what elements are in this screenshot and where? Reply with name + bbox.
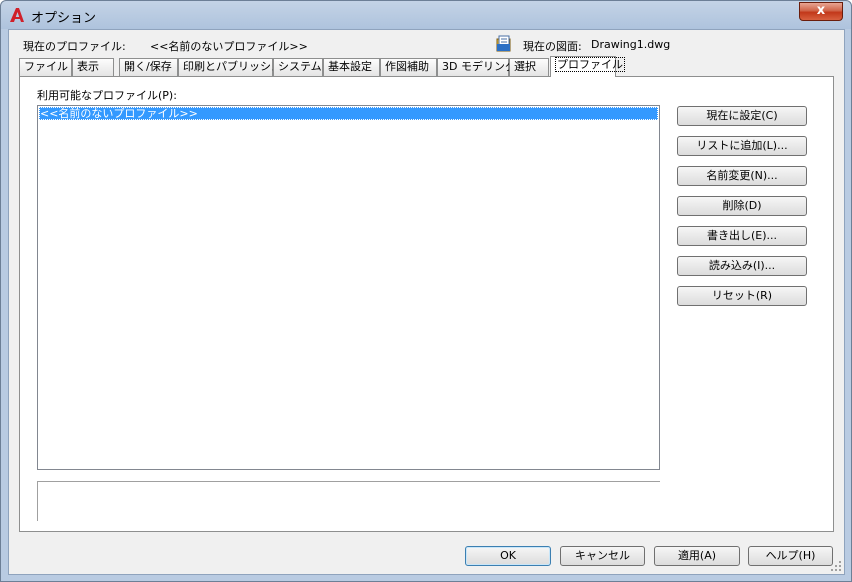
tab-user-preferences[interactable]: 基本設定: [323, 58, 380, 76]
cancel-button[interactable]: キャンセル: [560, 546, 645, 566]
add-to-list-button[interactable]: リストに追加(L)...: [677, 136, 807, 156]
delete-button[interactable]: 削除(D): [677, 196, 807, 216]
profiles-tab-panel: 利用可能なプロファイル(P): <<名前のないプロファイル>> 現在に設定(C)…: [19, 76, 834, 532]
tab-drafting[interactable]: 作図補助: [380, 58, 437, 76]
tab-display[interactable]: 表示: [72, 58, 114, 76]
profile-description-box: [37, 481, 660, 521]
reset-button[interactable]: リセット(R): [677, 286, 807, 306]
current-profile-label: 現在のプロファイル:: [23, 40, 126, 53]
apply-button[interactable]: 適用(A): [654, 546, 740, 566]
list-item[interactable]: <<名前のないプロファイル>>: [39, 107, 658, 120]
current-profile-value: <<名前のないプロファイル>>: [150, 40, 308, 53]
autocad-a-icon: [10, 8, 24, 22]
tab-profiles[interactable]: プロファイル: [550, 56, 625, 77]
tab-files[interactable]: ファイル: [19, 58, 72, 76]
options-dialog: オプション x 現在のプロファイル: <<名前のないプロファイル>> 現在の図面…: [0, 0, 852, 582]
close-button[interactable]: x: [799, 2, 843, 21]
ok-button[interactable]: OK: [465, 546, 551, 566]
export-button[interactable]: 書き出し(E)...: [677, 226, 807, 246]
title-bar[interactable]: オプション x: [1, 1, 851, 29]
close-icon: x: [816, 3, 826, 18]
drawing-file-icon: [496, 35, 511, 52]
rename-button[interactable]: 名前変更(N)...: [677, 166, 807, 186]
tab-system[interactable]: システム: [273, 58, 323, 76]
current-drawing-label: 現在の図面:: [523, 40, 582, 53]
help-button[interactable]: ヘルプ(H): [748, 546, 833, 566]
tab-open-save[interactable]: 開く/保存: [119, 58, 178, 76]
profiles-list[interactable]: <<名前のないプロファイル>>: [37, 105, 660, 470]
window-title: オプション: [31, 11, 97, 26]
dialog-client-area: 現在のプロファイル: <<名前のないプロファイル>> 現在の図面: Drawin…: [8, 29, 845, 575]
current-drawing-value: Drawing1.dwg: [591, 38, 671, 51]
available-profiles-label: 利用可能なプロファイル(P):: [37, 89, 177, 102]
set-current-button[interactable]: 現在に設定(C): [677, 106, 807, 126]
tab-selection[interactable]: 選択: [509, 58, 549, 76]
resize-grip-icon[interactable]: [830, 560, 842, 572]
tab-plot-publish[interactable]: 印刷とパブリッシュ: [178, 58, 282, 76]
tab-3d-modeling[interactable]: 3D モデリング: [437, 58, 516, 76]
import-button[interactable]: 読み込み(I)...: [677, 256, 807, 276]
